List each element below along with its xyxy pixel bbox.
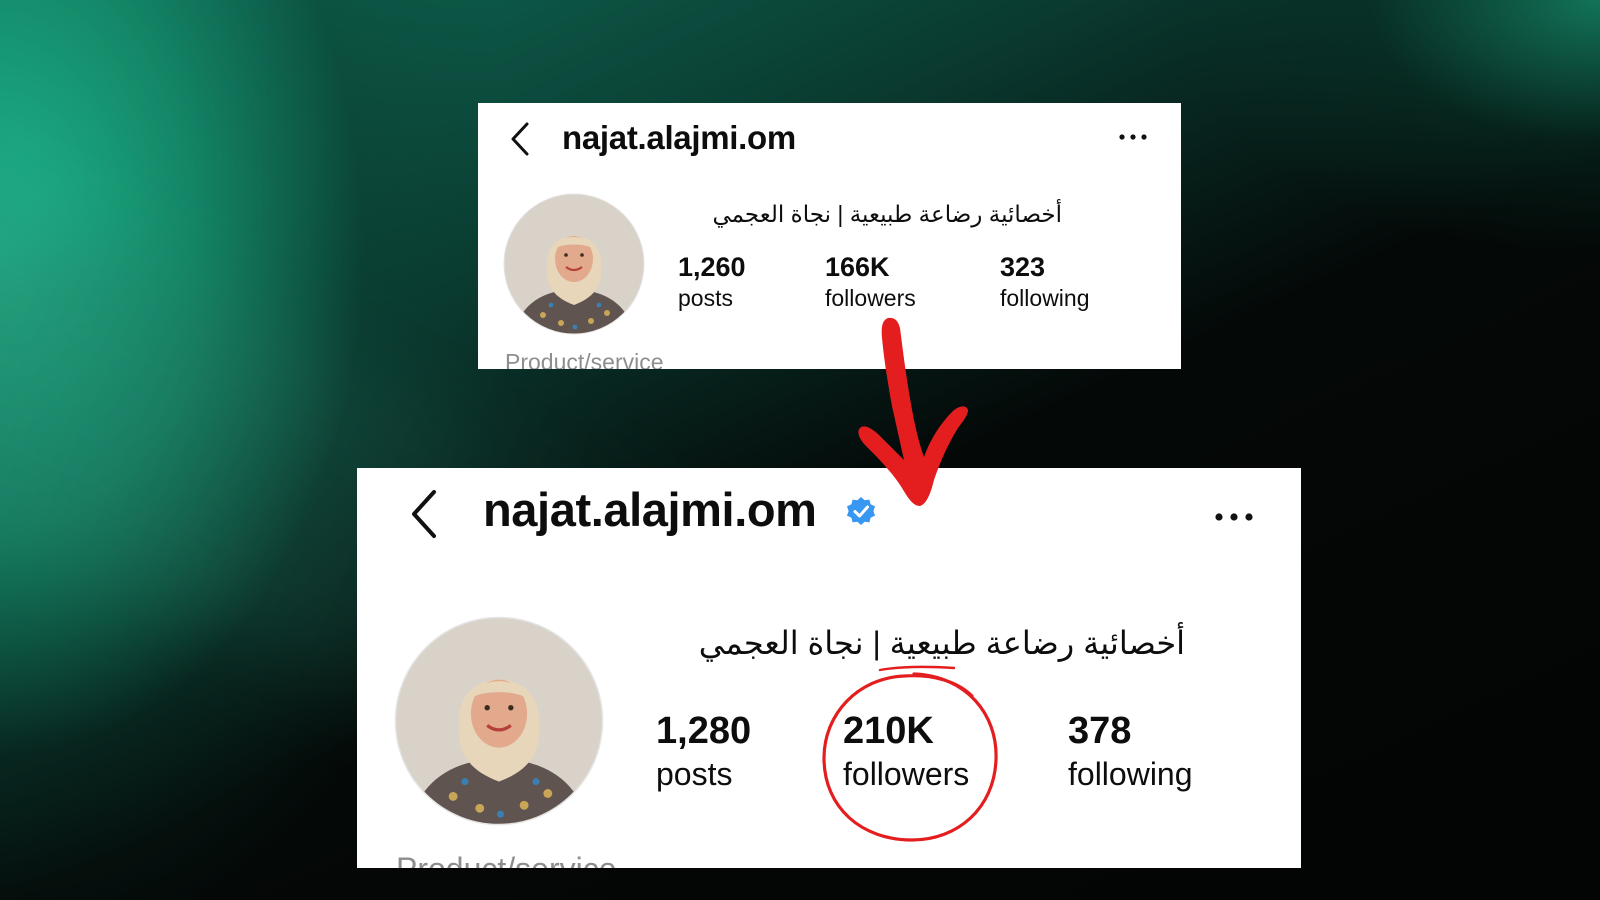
stat-label: following <box>1068 756 1193 792</box>
stat-following[interactable]: 323 following <box>1000 251 1090 313</box>
avatar[interactable] <box>394 616 604 826</box>
stat-label: followers <box>825 285 916 311</box>
more-horizontal-icon[interactable] <box>1118 133 1148 141</box>
stat-value: 166K <box>825 252 890 282</box>
stat-value: 1,260 <box>678 252 746 282</box>
stat-label: posts <box>678 285 733 311</box>
stat-posts[interactable]: 1,260 posts <box>678 251 746 313</box>
display-name: أخصائية رضاعة طبيعية | نجاة العجمي <box>712 201 1062 227</box>
stat-value: 1,280 <box>656 710 752 752</box>
stat-followers[interactable]: 166K followers <box>825 251 916 313</box>
category-label: Product/service <box>505 349 664 369</box>
red-arrow-down <box>858 317 968 506</box>
avatar[interactable] <box>503 193 645 335</box>
stat-following[interactable]: 378 following <box>1068 709 1193 795</box>
chevron-left-icon[interactable] <box>407 488 441 540</box>
profile-header-before: najat.alajmi.om أخصائية رضاعة طبيعية | ن… <box>478 103 1181 369</box>
display-name: أخصائية رضاعة طبيعية | نجاة العجمي <box>698 625 1185 661</box>
chevron-left-icon[interactable] <box>508 121 532 157</box>
stat-label: posts <box>656 756 733 792</box>
highlight-circle <box>822 672 998 842</box>
stat-posts[interactable]: 1,280 posts <box>656 709 751 795</box>
stat-value: 378 <box>1068 710 1132 752</box>
username: najat.alajmi.om <box>483 483 817 536</box>
stat-label: following <box>1000 285 1090 311</box>
stat-value: 323 <box>1000 252 1046 282</box>
more-horizontal-icon[interactable] <box>1214 512 1254 522</box>
category-label: Product/service <box>396 849 617 868</box>
username: najat.alajmi.om <box>562 119 796 156</box>
